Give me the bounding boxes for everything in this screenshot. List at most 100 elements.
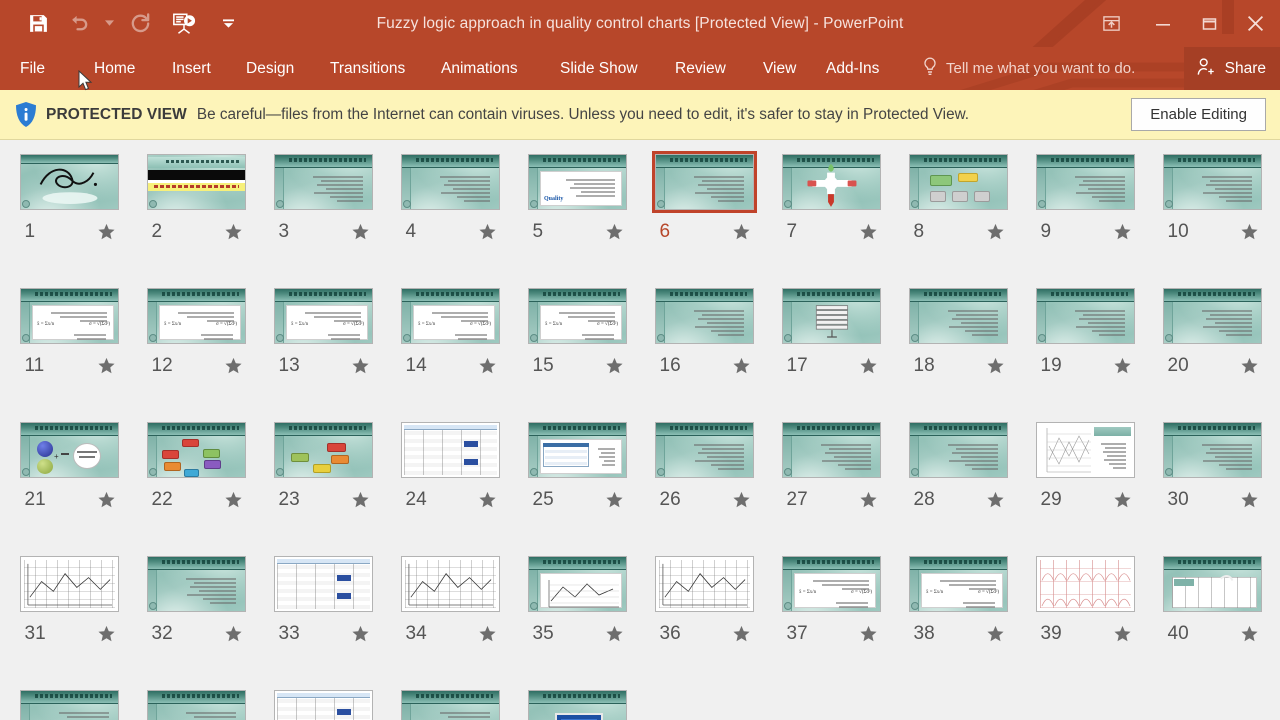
slide-preview[interactable] <box>147 690 246 720</box>
slide-thumbnail-frame[interactable] <box>1160 151 1265 213</box>
slide-preview[interactable] <box>274 690 373 720</box>
slide-preview[interactable] <box>1163 422 1262 478</box>
minimize-button[interactable] <box>1140 0 1186 47</box>
star-icon[interactable] <box>97 223 115 240</box>
slide-thumbnail-38[interactable]: x̄ = Σx/n σ = √(Σd²) 38 <box>895 553 1022 687</box>
slide-preview[interactable] <box>909 422 1008 478</box>
slide-thumbnail-frame[interactable] <box>144 151 249 213</box>
slide-thumbnail-frame[interactable] <box>1160 285 1265 347</box>
star-icon[interactable] <box>605 357 623 374</box>
slide-thumbnail-frame[interactable] <box>1033 151 1138 213</box>
slide-thumbnail-frame[interactable] <box>398 419 503 481</box>
slide-thumbnail-frame[interactable] <box>17 687 122 720</box>
slide-thumbnail-frame[interactable] <box>398 553 503 615</box>
tell-me-box[interactable]: Tell me what you want to do. <box>922 47 1135 90</box>
slide-preview[interactable] <box>401 556 500 612</box>
close-button[interactable] <box>1232 0 1278 47</box>
slide-preview[interactable] <box>147 556 246 612</box>
slide-preview[interactable]: Quality <box>528 154 627 210</box>
slide-thumbnail-8[interactable]: 8 <box>895 151 1022 285</box>
star-icon[interactable] <box>859 625 877 642</box>
slide-thumbnail-frame[interactable] <box>271 151 376 213</box>
slide-thumbnail-frame[interactable] <box>779 151 884 213</box>
slide-preview[interactable] <box>782 422 881 478</box>
slide-thumbnail-16[interactable]: 16 <box>641 285 768 419</box>
slide-thumbnail-18[interactable]: 18 <box>895 285 1022 419</box>
slide-preview[interactable] <box>20 154 119 210</box>
slide-thumbnail-frame[interactable] <box>652 419 757 481</box>
slide-thumbnail-3[interactable]: 3 <box>260 151 387 285</box>
slide-thumbnail-26[interactable]: 26 <box>641 419 768 553</box>
slide-thumbnail-45[interactable]: 45 <box>514 687 641 720</box>
slide-thumbnail-frame[interactable] <box>17 151 122 213</box>
star-icon[interactable] <box>97 491 115 508</box>
slide-thumbnail-frame[interactable]: x̄ = Σx/n σ = √(Σd²) <box>779 553 884 615</box>
slide-thumbnail-37[interactable]: x̄ = Σx/n σ = √(Σd²) 37 <box>768 553 895 687</box>
window-controls[interactable] <box>1082 0 1280 47</box>
slide-thumbnail-frame[interactable] <box>1160 553 1265 615</box>
slide-thumbnail-frame[interactable] <box>1033 419 1138 481</box>
tab-animations[interactable]: Animations <box>441 47 518 90</box>
slide-preview[interactable]: x̄ = Σx/n σ = √(Σd²) <box>274 288 373 344</box>
slide-thumbnail-frame[interactable] <box>398 151 503 213</box>
slide-preview[interactable] <box>147 154 246 210</box>
slide-thumbnail-frame[interactable] <box>271 553 376 615</box>
slide-preview[interactable] <box>528 556 627 612</box>
slide-thumbnail-43[interactable]: 43 <box>260 687 387 720</box>
slide-preview[interactable] <box>1163 154 1262 210</box>
star-icon[interactable] <box>351 357 369 374</box>
slide-thumbnail-33[interactable]: 33 <box>260 553 387 687</box>
star-icon[interactable] <box>732 357 750 374</box>
slide-thumbnail-30[interactable]: 30 <box>1149 419 1276 553</box>
slide-thumbnail-frame[interactable]: x̄ = Σx/n σ = √(Σd²) <box>906 553 1011 615</box>
slide-preview[interactable] <box>20 690 119 720</box>
slide-sorter-pane[interactable]: 1 2 3 4 Quality 5 6 7 8 9 10 x̄ = Σx/n σ = √(Σd²) 11 x… <box>0 140 1280 720</box>
star-icon[interactable] <box>97 357 115 374</box>
slide-thumbnail-36[interactable]: 36 <box>641 553 768 687</box>
star-icon[interactable] <box>1240 357 1258 374</box>
slide-thumbnail-4[interactable]: 4 <box>387 151 514 285</box>
slide-thumbnail-6[interactable]: 6 <box>641 151 768 285</box>
star-icon[interactable] <box>1240 625 1258 642</box>
slide-preview[interactable]: + <box>20 422 119 478</box>
slide-thumbnail-frame[interactable]: x̄ = Σx/n σ = √(Σd²) <box>271 285 376 347</box>
tab-review[interactable]: Review <box>675 47 726 90</box>
slide-thumbnail-35[interactable]: 35 <box>514 553 641 687</box>
slide-thumbnail-40[interactable]: 40 <box>1149 553 1276 687</box>
slide-thumbnail-frame[interactable] <box>525 553 630 615</box>
slide-thumbnail-frame[interactable]: x̄ = Σx/n σ = √(Σd²) <box>398 285 503 347</box>
slide-preview[interactable] <box>528 422 627 478</box>
slide-thumbnail-9[interactable]: 9 <box>1022 151 1149 285</box>
tab-transitions[interactable]: Transitions <box>330 47 405 90</box>
star-icon[interactable] <box>732 491 750 508</box>
slide-thumbnail-frame[interactable] <box>525 419 630 481</box>
slide-thumbnail-44[interactable]: 44 <box>387 687 514 720</box>
slide-thumbnail-frame[interactable] <box>779 285 884 347</box>
slide-preview[interactable] <box>1163 288 1262 344</box>
slide-thumbnail-frame[interactable] <box>652 285 757 347</box>
slide-thumbnail-frame[interactable] <box>1160 419 1265 481</box>
tab-design[interactable]: Design <box>246 47 294 90</box>
slide-grid[interactable]: 1 2 3 4 Quality 5 6 7 8 9 10 x̄ = Σx/n σ = √(Σd²) 11 x… <box>0 140 1280 720</box>
star-icon[interactable] <box>859 357 877 374</box>
slide-thumbnail-frame[interactable] <box>398 687 503 720</box>
slide-preview[interactable] <box>401 422 500 478</box>
slide-thumbnail-frame[interactable] <box>1033 285 1138 347</box>
slide-preview[interactable] <box>274 422 373 478</box>
star-icon[interactable] <box>224 357 242 374</box>
slide-thumbnail-28[interactable]: 28 <box>895 419 1022 553</box>
slide-preview[interactable] <box>274 154 373 210</box>
slide-thumbnail-frame[interactable] <box>17 553 122 615</box>
slide-thumbnail-21[interactable]: +21 <box>6 419 133 553</box>
slide-thumbnail-41[interactable]: 41 <box>6 687 133 720</box>
slide-preview[interactable]: x̄ = Σx/n σ = √(Σd²) <box>20 288 119 344</box>
star-icon[interactable] <box>859 223 877 240</box>
slide-thumbnail-24[interactable]: 24 <box>387 419 514 553</box>
slide-preview[interactable] <box>655 556 754 612</box>
slide-thumbnail-13[interactable]: x̄ = Σx/n σ = √(Σd²) 13 <box>260 285 387 419</box>
slide-thumbnail-10[interactable]: 10 <box>1149 151 1276 285</box>
slide-thumbnail-23[interactable]: 23 <box>260 419 387 553</box>
star-icon[interactable] <box>732 223 750 240</box>
star-icon[interactable] <box>351 491 369 508</box>
star-icon[interactable] <box>351 625 369 642</box>
